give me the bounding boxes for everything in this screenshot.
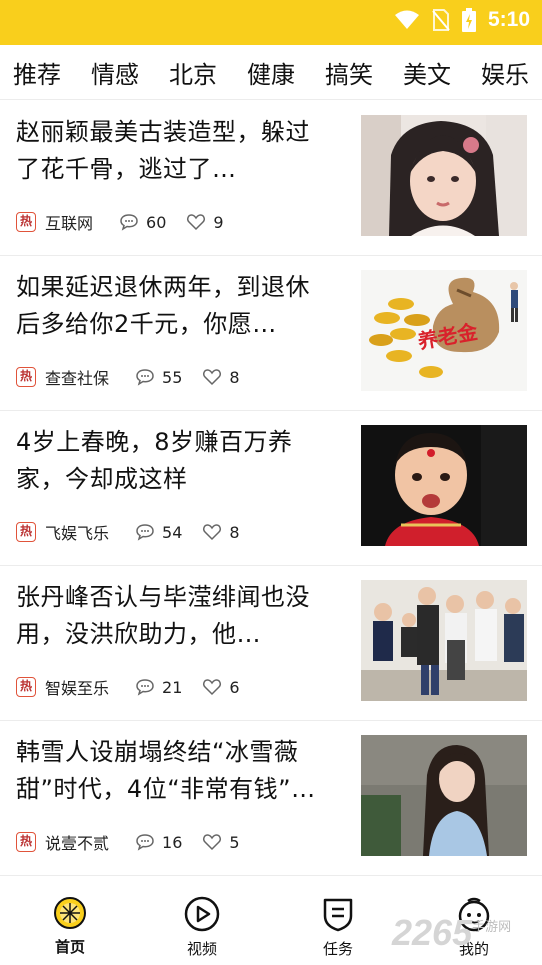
news-item[interactable]: 韩雪人设崩塌终结“冰雪薇甜”时代，4位“非常有钱”… 热 说壹不贰 16 5 bbox=[0, 720, 542, 876]
like-count: 9 bbox=[213, 212, 224, 232]
heart-icon bbox=[203, 834, 222, 851]
status-icons: 5:10 bbox=[394, 8, 530, 32]
news-meta: 热 说壹不贰 16 5 bbox=[16, 830, 260, 854]
tab-essay[interactable]: 美文 bbox=[403, 55, 451, 90]
comment-count: 60 bbox=[146, 212, 167, 232]
like-count: 5 bbox=[229, 832, 240, 852]
comment-count: 16 bbox=[162, 832, 183, 852]
news-source: 说壹不贰 bbox=[45, 834, 110, 853]
heart-icon bbox=[203, 369, 222, 386]
tab-beijing[interactable]: 北京 bbox=[169, 55, 217, 90]
like-count: 6 bbox=[229, 677, 240, 697]
news-source: 智娱至乐 bbox=[45, 679, 110, 698]
news-meta: 热 互联网 60 9 bbox=[16, 210, 244, 234]
tab-emotion[interactable]: 情感 bbox=[91, 55, 139, 90]
news-thumbnail[interactable] bbox=[361, 580, 527, 701]
nav-home-label: 首页 bbox=[54, 938, 85, 956]
status-bar: 5:10 bbox=[0, 0, 542, 45]
watermark-text: 2265 bbox=[392, 912, 473, 953]
nav-task-label: 任务 bbox=[322, 940, 353, 958]
comment-icon bbox=[136, 679, 154, 696]
comment-icon bbox=[120, 214, 138, 231]
no-sim-icon bbox=[432, 9, 450, 31]
comment-count: 54 bbox=[162, 522, 183, 542]
news-title[interactable]: 张丹峰否认与毕滢绯闻也没用，没洪欣助力，他… bbox=[16, 579, 326, 653]
news-meta: 热 智娱至乐 21 6 bbox=[16, 675, 260, 699]
battery-charging-icon bbox=[461, 8, 476, 32]
watermark-sub: 手游网 bbox=[472, 919, 512, 934]
wifi-icon bbox=[394, 10, 419, 29]
like-count: 8 bbox=[229, 522, 240, 542]
hot-badge: 热 bbox=[16, 677, 36, 697]
nav-video-label: 视频 bbox=[186, 940, 217, 958]
news-thumbnail[interactable] bbox=[361, 735, 527, 856]
nav-task[interactable]: 任务 bbox=[298, 896, 378, 959]
category-tabs: 推荐 情感 北京 健康 搞笑 美文 娱乐 bbox=[0, 45, 542, 100]
news-thumbnail[interactable] bbox=[361, 425, 527, 546]
hot-badge: 热 bbox=[16, 522, 36, 542]
tab-health[interactable]: 健康 bbox=[247, 55, 295, 90]
news-source: 查查社保 bbox=[45, 369, 110, 388]
news-title[interactable]: 韩雪人设崩塌终结“冰雪薇甜”时代，4位“非常有钱”… bbox=[16, 734, 326, 808]
comment-icon bbox=[136, 524, 154, 541]
comment-count: 21 bbox=[162, 677, 183, 697]
heart-icon bbox=[203, 524, 222, 541]
nav-video[interactable]: 视频 bbox=[162, 896, 242, 959]
news-source: 互联网 bbox=[45, 214, 94, 233]
task-shield-icon bbox=[323, 898, 353, 932]
video-play-icon bbox=[184, 896, 220, 932]
hot-badge: 热 bbox=[16, 212, 36, 232]
hot-badge: 热 bbox=[16, 367, 36, 387]
news-meta: 热 飞娱飞乐 54 8 bbox=[16, 520, 260, 544]
site-watermark: 2265手游网 bbox=[392, 912, 511, 954]
like-count: 8 bbox=[229, 367, 240, 387]
news-thumbnail[interactable]: 养老金 bbox=[361, 270, 527, 391]
news-item[interactable]: 张丹峰否认与毕滢绯闻也没用，没洪欣助力，他… 热 智娱至乐 21 6 bbox=[0, 565, 542, 721]
hot-badge: 热 bbox=[16, 832, 36, 852]
news-thumbnail[interactable] bbox=[361, 115, 527, 236]
nav-home[interactable]: 首页 bbox=[30, 896, 110, 957]
tab-funny[interactable]: 搞笑 bbox=[325, 55, 373, 90]
comment-icon bbox=[136, 369, 154, 386]
tab-entertainment[interactable]: 娱乐 bbox=[481, 55, 529, 90]
heart-icon bbox=[187, 214, 206, 231]
comment-icon bbox=[136, 834, 154, 851]
heart-icon bbox=[203, 679, 222, 696]
news-title[interactable]: 赵丽颖最美古装造型，躲过了花千骨，逃过了… bbox=[16, 114, 326, 188]
news-meta: 热 查查社保 55 8 bbox=[16, 365, 260, 389]
comment-count: 55 bbox=[162, 367, 183, 387]
news-title[interactable]: 如果延迟退休两年，到退休后多给你2千元，你愿… bbox=[16, 269, 326, 343]
news-item[interactable]: 如果延迟退休两年，到退休后多给你2千元，你愿… 热 查查社保 55 8 养老金 bbox=[0, 255, 542, 411]
status-time: 5:10 bbox=[487, 8, 530, 31]
tab-recommend[interactable]: 推荐 bbox=[13, 55, 61, 90]
news-title[interactable]: 4岁上春晚，8岁赚百万养家，今却成这样 bbox=[16, 424, 326, 498]
news-item[interactable]: 赵丽颖最美古装造型，躲过了花千骨，逃过了… 热 互联网 60 9 bbox=[0, 100, 542, 256]
home-lemon-icon bbox=[54, 897, 86, 929]
news-item[interactable]: 4岁上春晚，8岁赚百万养家，今却成这样 热 飞娱飞乐 54 8 bbox=[0, 410, 542, 566]
news-source: 飞娱飞乐 bbox=[45, 524, 110, 543]
